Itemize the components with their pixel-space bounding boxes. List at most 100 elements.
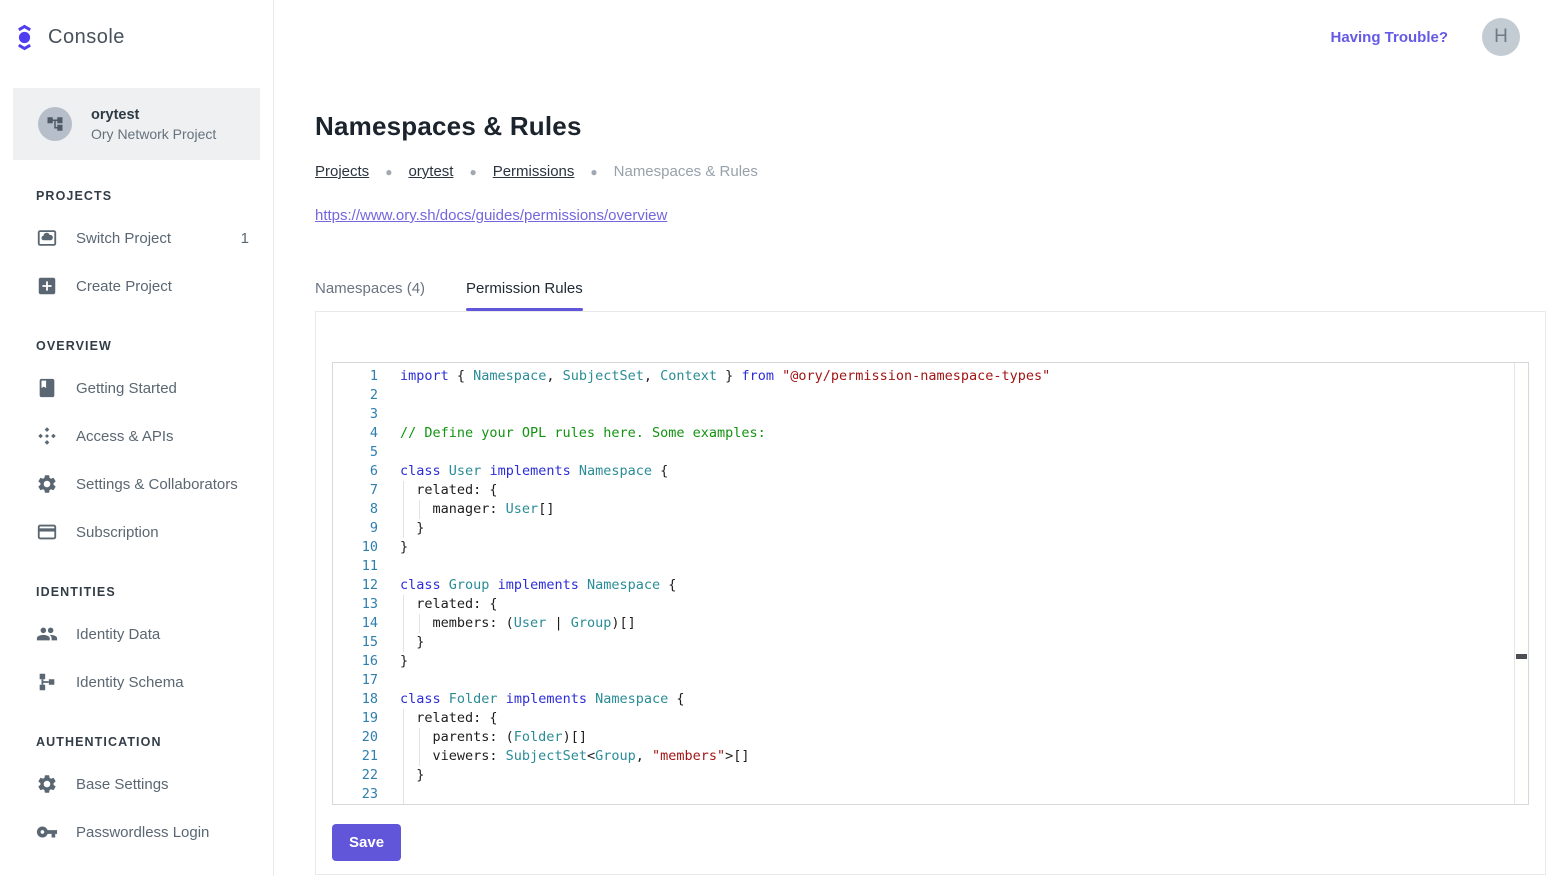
save-button[interactable]: Save	[332, 824, 401, 861]
line-number: 20	[333, 728, 378, 747]
sidebar: Console orytest Ory Network Project PROJ…	[0, 0, 274, 876]
code-text: members: (User | Group)[]	[378, 614, 636, 633]
code-line: 22 }	[333, 766, 1528, 785]
line-number: 9	[333, 519, 378, 538]
indent-guide	[403, 519, 404, 538]
indent-guide	[419, 614, 420, 633]
code-text: import { Namespace, SubjectSet, Context …	[378, 367, 1050, 386]
cloud-box-icon	[36, 227, 58, 249]
nav-section-title: PROJECTS	[0, 189, 273, 203]
nav-section-title: OVERVIEW	[0, 339, 273, 353]
code-text: }	[378, 538, 408, 557]
code-line: 4// Define your OPL rules here. Some exa…	[333, 424, 1528, 443]
docs-link[interactable]: https://www.ory.sh/docs/guides/permissio…	[315, 207, 667, 224]
add-box-icon	[36, 275, 58, 297]
code-text	[378, 785, 400, 804]
indent-guide	[403, 595, 404, 614]
code-line: 13 related: {	[333, 595, 1528, 614]
sidebar-item-label: Settings & Collaborators	[76, 476, 238, 493]
line-number: 14	[333, 614, 378, 633]
project-avatar	[38, 107, 72, 141]
code-line: 12class Group implements Namespace {	[333, 576, 1528, 595]
project-tree-icon	[46, 115, 64, 133]
breadcrumb-item-projects[interactable]: Projects	[315, 163, 369, 180]
page-content: Namespaces & Rules Projects●orytest●Perm…	[274, 74, 1556, 875]
line-number: 5	[333, 443, 378, 462]
sidebar-item-identity-schema[interactable]: Identity Schema	[0, 658, 273, 706]
project-name: orytest	[91, 107, 216, 123]
sidebar-item-getting-started[interactable]: Getting Started	[0, 364, 273, 412]
tab-panel: 1import { Namespace, SubjectSet, Context…	[315, 312, 1546, 875]
sidebar-item-label: Passwordless Login	[76, 824, 209, 841]
line-number: 10	[333, 538, 378, 557]
code-text: }	[378, 519, 424, 538]
people-icon	[36, 623, 58, 645]
code-text: class User implements Namespace {	[378, 462, 668, 481]
sidebar-item-label: Access & APIs	[76, 428, 174, 445]
code-line: 3	[333, 405, 1528, 424]
tab-namespaces-4[interactable]: Namespaces (4)	[315, 280, 425, 311]
sidebar-item-access-apis[interactable]: Access & APIs	[0, 412, 273, 460]
code-text	[378, 443, 400, 462]
sidebar-item-label: Identity Data	[76, 626, 160, 643]
gear-icon	[36, 473, 58, 495]
app-title: Console	[48, 26, 125, 49]
sidebar-item-create-project[interactable]: Create Project	[0, 262, 273, 310]
code-editor[interactable]: 1import { Namespace, SubjectSet, Context…	[332, 362, 1529, 805]
tab-bar: Namespaces (4) Permission Rules	[315, 280, 1546, 312]
code-line: 15 }	[333, 633, 1528, 652]
code-text: manager: User[]	[378, 500, 554, 519]
indent-guide	[403, 709, 404, 728]
project-type: Ory Network Project	[91, 126, 216, 142]
code-line: 5	[333, 443, 1528, 462]
sidebar-item-label: Subscription	[76, 524, 159, 541]
code-text: related: {	[378, 481, 498, 500]
code-line: 11	[333, 557, 1528, 576]
code-line: 8 manager: User[]	[333, 500, 1528, 519]
code-text	[378, 557, 400, 576]
nav-section-title: IDENTITIES	[0, 585, 273, 599]
breadcrumb-item-permissions[interactable]: Permissions	[493, 163, 575, 180]
sidebar-item-identity-data[interactable]: Identity Data	[0, 610, 273, 658]
sidebar-item-subscription[interactable]: Subscription	[0, 508, 273, 556]
code-text: }	[378, 652, 408, 671]
code-text: parents: (Folder)[]	[378, 728, 587, 747]
breadcrumb-item-orytest[interactable]: orytest	[408, 163, 453, 180]
editor-scrollbar-thumb[interactable]	[1516, 654, 1527, 659]
sidebar-item-label: Identity Schema	[76, 674, 184, 691]
schema-icon	[36, 671, 58, 693]
code-line: 24 permits = {	[333, 804, 1528, 805]
line-number: 6	[333, 462, 378, 481]
ory-logo-icon	[14, 23, 35, 52]
logo-home-link[interactable]: Console	[0, 0, 273, 74]
project-card[interactable]: orytest Ory Network Project	[13, 88, 260, 160]
user-avatar[interactable]: H	[1482, 18, 1520, 56]
sidebar-item-base-settings[interactable]: Base Settings	[0, 760, 273, 808]
code-line: 18class Folder implements Namespace {	[333, 690, 1528, 709]
editor-scrollbar[interactable]	[1514, 363, 1528, 804]
code-text: }	[378, 633, 424, 652]
sidebar-item-settings-collaborators[interactable]: Settings & Collaborators	[0, 460, 273, 508]
line-number: 3	[333, 405, 378, 424]
indent-guide	[403, 614, 404, 633]
sidebar-item-switch-project[interactable]: Switch Project1	[0, 214, 273, 262]
code-lines: 1import { Namespace, SubjectSet, Context…	[333, 367, 1528, 805]
help-link[interactable]: Having Trouble?	[1330, 29, 1448, 46]
indent-guide	[403, 500, 404, 519]
tab-permission-rules[interactable]: Permission Rules	[466, 280, 583, 311]
page-title: Namespaces & Rules	[315, 111, 1546, 142]
breadcrumb-item-namespaces-rules: Namespaces & Rules	[614, 163, 758, 180]
code-text: }	[378, 766, 424, 785]
line-number: 21	[333, 747, 378, 766]
sidebar-item-passwordless-login[interactable]: Passwordless Login	[0, 808, 273, 856]
breadcrumb-separator: ●	[469, 165, 476, 179]
indent-guide	[419, 747, 420, 766]
code-text: viewers: SubjectSet<Group, "members">[]	[378, 747, 750, 766]
indent-guide	[403, 481, 404, 500]
line-number: 11	[333, 557, 378, 576]
sidebar-item-label: Getting Started	[76, 380, 177, 397]
code-line: 16}	[333, 652, 1528, 671]
code-text: related: {	[378, 709, 498, 728]
main-area: Having Trouble? H Namespaces & Rules Pro…	[274, 0, 1556, 876]
code-line: 7 related: {	[333, 481, 1528, 500]
